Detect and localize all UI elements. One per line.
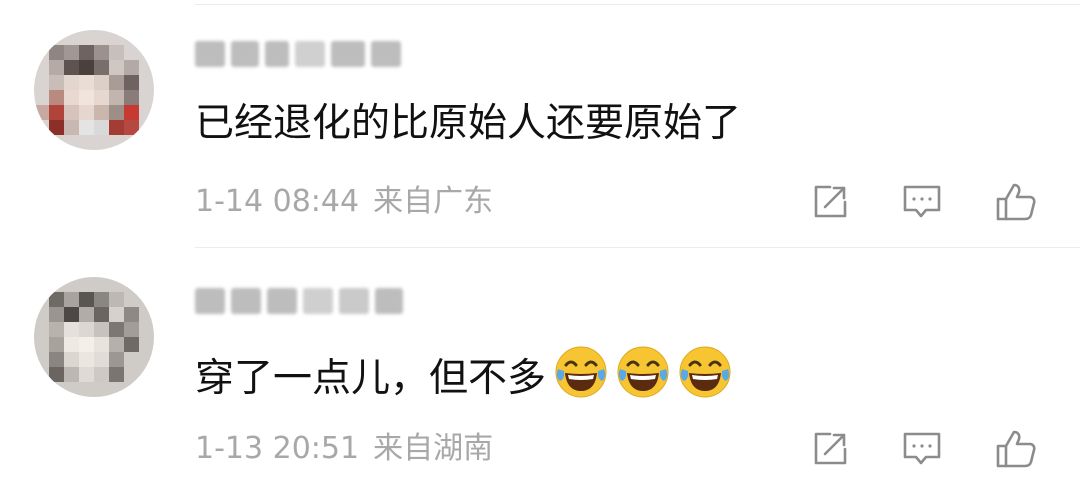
avatar[interactable] bbox=[34, 30, 154, 150]
username-blurred[interactable] bbox=[195, 281, 403, 321]
comment-item: 已经退化的比原始人还要原始了 1-14 08:44 来自广东 bbox=[0, 0, 1080, 240]
avatar[interactable] bbox=[34, 277, 154, 397]
like-icon[interactable] bbox=[992, 425, 1040, 473]
laughing-crying-emoji-icon bbox=[554, 345, 608, 399]
comment-time: 1-14 08:44 bbox=[195, 184, 360, 219]
comment-location: 来自广东 bbox=[373, 184, 494, 219]
username-blurred[interactable] bbox=[195, 34, 401, 74]
share-icon[interactable] bbox=[806, 178, 854, 226]
comment-actions bbox=[800, 425, 1050, 473]
comment-text: 已经退化的比原始人还要原始了 bbox=[195, 98, 741, 150]
laughing-crying-emoji-icon bbox=[616, 345, 670, 399]
comment-location: 来自湖南 bbox=[373, 431, 494, 466]
share-icon[interactable] bbox=[806, 425, 854, 473]
comment-actions bbox=[800, 178, 1050, 226]
comment-meta: 1-13 20:51 来自湖南 bbox=[195, 427, 493, 471]
comment-text-content: 穿了一点儿，但不多 bbox=[195, 356, 547, 401]
comment-time: 1-13 20:51 bbox=[195, 431, 360, 466]
comment-meta: 1-14 08:44 来自广东 bbox=[195, 180, 493, 224]
laughing-crying-emoji-icon bbox=[678, 345, 732, 399]
emoji-group bbox=[546, 345, 732, 413]
comment-text-content: 已经退化的比原始人还要原始了 bbox=[195, 101, 742, 146]
comment-text: 穿了一点儿，但不多 bbox=[195, 345, 732, 413]
comment-icon[interactable] bbox=[898, 425, 946, 473]
comment-item: 穿了一点儿，但不多 1-13 20:51 来自湖南 bbox=[0, 247, 1080, 487]
comment-icon[interactable] bbox=[898, 178, 946, 226]
like-icon[interactable] bbox=[992, 178, 1040, 226]
